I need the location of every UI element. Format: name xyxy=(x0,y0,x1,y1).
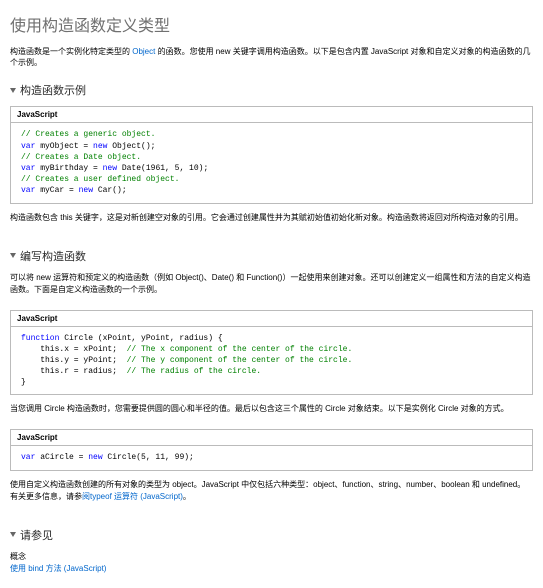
typeof-link[interactable]: 阅typeof 运算符 (JavaScript) xyxy=(82,492,183,501)
section-title-3: 请参见 xyxy=(20,527,53,543)
see-also-content: 概念 使用 bind 方法 (JavaScript) xyxy=(10,551,533,577)
paragraph-2: 可以将 new 运算符和预定义的构造函数（例如 Object()、Date() … xyxy=(10,272,533,296)
section-title-2: 编写构造函数 xyxy=(20,248,86,264)
paragraph-1: 构造函数包含 this 关键字，这是对新创建空对象的引用。它会通过创建属性并为其… xyxy=(10,212,533,224)
code-lang-label: JavaScript xyxy=(11,107,532,123)
p4-text-after: 。 xyxy=(183,492,191,501)
code-lang-label: JavaScript xyxy=(11,311,532,327)
page-title: 使用构造函数定义类型 xyxy=(10,12,533,36)
object-link[interactable]: Object xyxy=(132,47,155,56)
bind-method-link[interactable]: 使用 bind 方法 (JavaScript) xyxy=(10,564,106,573)
code-block-1: JavaScript // Creates a generic object. … xyxy=(10,106,533,203)
chevron-down-icon[interactable] xyxy=(10,532,16,537)
code-lang-label: JavaScript xyxy=(11,430,532,446)
code-content-3: var aCircle = new Circle(5, 11, 99); xyxy=(11,446,532,469)
paragraph-4: 使用自定义构造函数创建的所有对象的类型为 object。JavaScript 中… xyxy=(10,479,533,503)
section-title-1: 构造函数示例 xyxy=(20,82,86,98)
code-content-1: // Creates a generic object. var myObjec… xyxy=(11,123,532,202)
section-see-also: 请参见 xyxy=(10,527,533,543)
section-constructor-examples: 构造函数示例 xyxy=(10,82,533,98)
code-content-2: function Circle (xPoint, yPoint, radius)… xyxy=(11,327,532,395)
code-block-3: JavaScript var aCircle = new Circle(5, 1… xyxy=(10,429,533,470)
intro-paragraph: 构造函数是一个实例化特定类型的 Object 的函数。您使用 new 关键字调用… xyxy=(10,46,533,68)
intro-text-before: 构造函数是一个实例化特定类型的 xyxy=(10,47,132,56)
code-block-2: JavaScript function Circle (xPoint, yPoi… xyxy=(10,310,533,396)
see-also-concept-label: 概念 xyxy=(10,551,533,564)
chevron-down-icon[interactable] xyxy=(10,88,16,93)
section-writing-constructors: 编写构造函数 xyxy=(10,248,533,264)
chevron-down-icon[interactable] xyxy=(10,253,16,258)
paragraph-3: 当您调用 Circle 构造函数时，您需要提供圆的圆心和半径的值。最后以包含这三… xyxy=(10,403,533,415)
